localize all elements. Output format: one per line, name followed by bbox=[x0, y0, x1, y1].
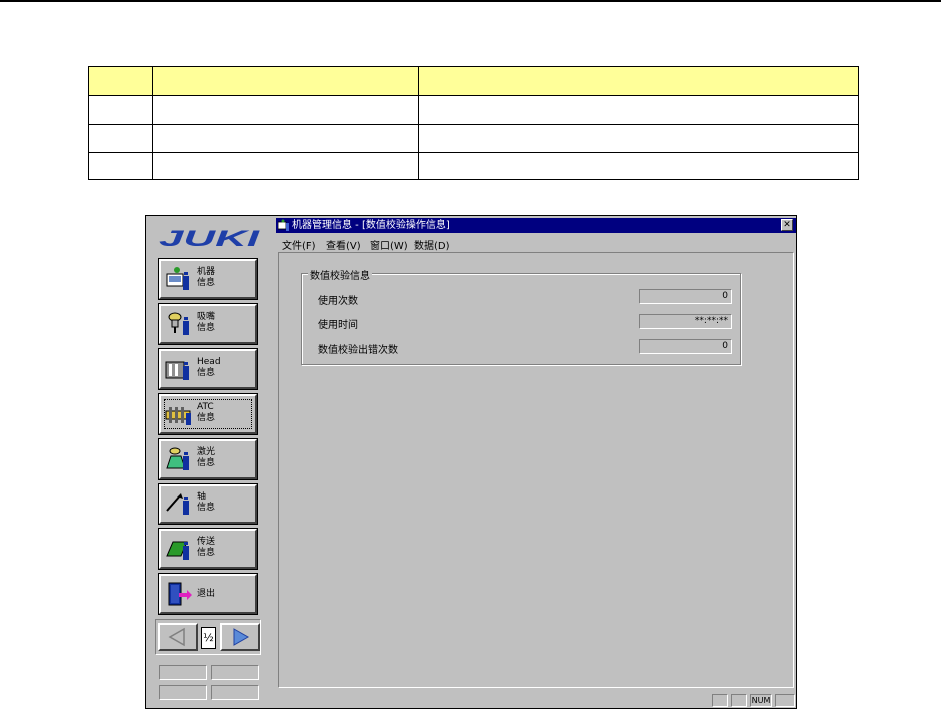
table-header-row bbox=[89, 67, 858, 96]
menu-bar: 文件(F) 查看(V) 窗口(W) 数据(D) bbox=[276, 235, 796, 252]
machine-management-window: JUKI 机器 信息 吸嘴 信息 Head 信息 ATC 信息 激光 信息 轴 … bbox=[145, 215, 797, 709]
head-info-label: Head 信息 bbox=[197, 357, 221, 378]
menu-view[interactable]: 查看(V) bbox=[326, 237, 361, 252]
machine-info-icon bbox=[166, 267, 189, 290]
menu-file[interactable]: 文件(F) bbox=[282, 237, 316, 252]
conveyor-info-icon bbox=[166, 541, 189, 560]
error-count-label: 数值校验出错次数 bbox=[318, 345, 398, 356]
table-column-divider bbox=[418, 67, 419, 179]
atc-info-label: ATC 信息 bbox=[197, 402, 216, 423]
sidebar: JUKI 机器 信息 吸嘴 信息 Head 信息 ATC 信息 激光 信息 轴 … bbox=[147, 217, 275, 707]
laser-info-label: 激光 信息 bbox=[197, 447, 216, 468]
exit-label: 退出 bbox=[197, 589, 216, 599]
usage-count-field: 0 bbox=[639, 289, 732, 304]
head-info-icon bbox=[165, 361, 189, 380]
content-area: 数值校验信息 使用次数 0 使用时间 **:**:** 数值校验出错次数 0 bbox=[278, 252, 794, 688]
svg-text:JUKI: JUKI bbox=[159, 227, 261, 249]
nozzle-info-icon bbox=[168, 312, 189, 335]
machine-info-label: 机器 信息 bbox=[197, 267, 216, 288]
window-title: 机器管理信息 - [数值校验操作信息] bbox=[292, 220, 450, 231]
head-info-button[interactable]: Head 信息 bbox=[158, 348, 258, 390]
exit-door-icon bbox=[168, 582, 192, 606]
status-pane bbox=[731, 694, 747, 707]
status-cell bbox=[211, 665, 259, 680]
window-app-icon bbox=[278, 219, 289, 231]
machine-info-button[interactable]: 机器 信息 bbox=[158, 258, 258, 300]
menu-window[interactable]: 窗口(W) bbox=[370, 237, 408, 252]
title-bar: 机器管理信息 - [数值校验操作信息] ✕ bbox=[276, 218, 796, 233]
next-page-button[interactable] bbox=[220, 623, 260, 651]
exit-button[interactable]: 退出 bbox=[158, 573, 258, 615]
axis-info-label: 轴 信息 bbox=[197, 492, 216, 513]
child-window: 机器管理信息 - [数值校验操作信息] ✕ 文件(F) 查看(V) 窗口(W) … bbox=[276, 218, 796, 708]
groupbox-title: 数值校验信息 bbox=[308, 267, 372, 282]
nozzle-info-button[interactable]: 吸嘴 信息 bbox=[158, 303, 258, 345]
info-table bbox=[88, 66, 859, 180]
sidebar-status-cells bbox=[155, 663, 261, 703]
conveyor-info-label: 传送 信息 bbox=[197, 537, 216, 558]
conveyor-info-button[interactable]: 传送 信息 bbox=[158, 528, 258, 570]
table-row bbox=[89, 96, 858, 125]
page-top-rule bbox=[0, 0, 941, 2]
menu-data[interactable]: 数据(D) bbox=[414, 237, 450, 252]
status-cell bbox=[211, 685, 259, 700]
status-pane bbox=[712, 694, 728, 707]
juki-logo: JUKI bbox=[159, 227, 261, 249]
status-pane bbox=[775, 694, 795, 707]
laser-info-icon bbox=[166, 447, 189, 470]
value-check-groupbox: 数值校验信息 使用次数 0 使用时间 **:**:** 数值校验出错次数 0 bbox=[301, 267, 741, 365]
table-column-divider bbox=[152, 67, 153, 179]
atc-info-icon bbox=[165, 407, 191, 425]
num-lock-indicator: NUM bbox=[750, 694, 772, 707]
error-count-field: 0 bbox=[639, 339, 732, 354]
axis-info-button[interactable]: 轴 信息 bbox=[158, 483, 258, 525]
status-cell bbox=[159, 685, 207, 700]
previous-page-button[interactable] bbox=[158, 623, 198, 651]
page-indicator: ½ bbox=[201, 627, 216, 649]
usage-time-label: 使用时间 bbox=[318, 320, 358, 331]
axis-info-icon bbox=[166, 493, 189, 515]
close-button[interactable]: ✕ bbox=[781, 219, 793, 231]
usage-time-field: **:**:** bbox=[639, 314, 732, 329]
page-navigator: ½ bbox=[155, 619, 261, 655]
laser-info-button[interactable]: 激光 信息 bbox=[158, 438, 258, 480]
status-bar: NUM bbox=[276, 692, 796, 708]
nozzle-info-label: 吸嘴 信息 bbox=[197, 312, 216, 333]
usage-count-label: 使用次数 bbox=[318, 296, 358, 307]
status-cell bbox=[159, 665, 207, 680]
atc-info-button[interactable]: ATC 信息 bbox=[158, 393, 258, 435]
table-row bbox=[89, 125, 858, 153]
triangle-right-icon bbox=[233, 628, 250, 646]
triangle-left-icon bbox=[168, 627, 185, 647]
